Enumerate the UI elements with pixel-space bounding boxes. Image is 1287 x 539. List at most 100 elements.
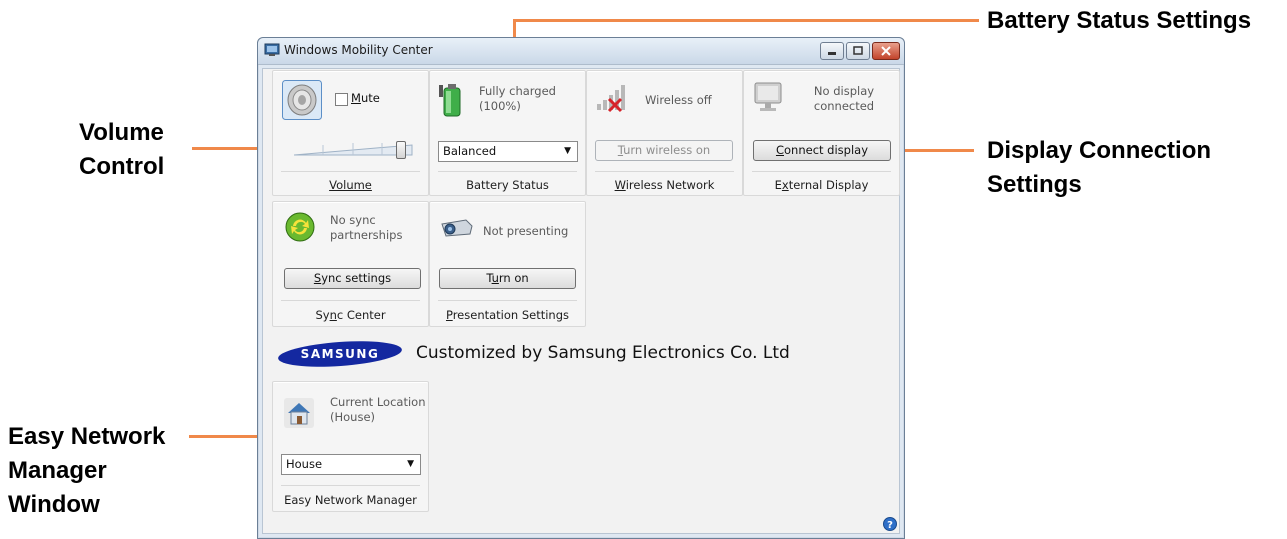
battery-icon [439, 84, 461, 117]
tile-separator [438, 171, 577, 172]
callout-network-line1: Easy Network [8, 423, 166, 450]
wireless-label-rest: ireless Network [625, 178, 715, 192]
samsung-customized-text: Customized by Samsung Electronics Co. Lt… [416, 343, 790, 363]
mute-label[interactable]: Mute [351, 91, 380, 106]
chevron-down-icon: ▼ [407, 459, 414, 469]
volume-label-text: Volume [329, 178, 372, 192]
maximize-button[interactable] [846, 42, 870, 60]
callout-volume-control: Volume Control [79, 116, 164, 184]
network-status-line2: (House) [330, 410, 376, 424]
external-display-tile: No display connected Connect display Ext… [743, 70, 900, 196]
wireless-tile-label: Wireless Network [587, 178, 742, 192]
callout-display-connection: Display Connection Settings [987, 134, 1211, 202]
easy-network-manager-tile: Current Location (House) House ▼ Easy Ne… [272, 381, 429, 512]
presentation-button-accesskey: u [491, 271, 499, 285]
network-tile-label: Easy Network Manager [284, 493, 417, 507]
sync-settings-button[interactable]: Sync settings [284, 268, 421, 289]
sync-status-line2: partnerships [330, 228, 403, 242]
svg-text:?: ? [887, 520, 893, 531]
sync-status-line1: No sync [330, 213, 376, 227]
sync-label-pre: Sy [315, 308, 330, 322]
mute-label-rest: ute [360, 91, 380, 105]
callout-battery-line-h [513, 19, 979, 22]
tile-separator [752, 171, 891, 172]
mute-accesskey: M [351, 91, 361, 105]
minimize-icon [828, 52, 836, 55]
display-label-pre: E [774, 178, 782, 192]
house-icon [284, 398, 314, 428]
maximize-icon [853, 46, 863, 55]
callout-network-line3: Window [8, 491, 100, 518]
display-status-line2: connected [813, 99, 875, 113]
battery-status-line2: (100%) [479, 99, 521, 113]
presentation-tile: Not presenting Turn on Presentation Sett… [429, 201, 586, 327]
power-plan-value: Balanced [443, 144, 497, 158]
display-status-text: No display connected [794, 84, 894, 114]
minimize-button[interactable] [820, 42, 844, 60]
sync-status-text: No sync partnerships [330, 213, 402, 243]
turn-on-presentation-button[interactable]: Turn on [439, 268, 576, 289]
tile-separator [281, 171, 420, 172]
close-icon [881, 46, 891, 56]
display-label-accesskey: x [781, 178, 789, 192]
presentation-button-rest: rn on [498, 271, 529, 285]
callout-volume-line2: Control [79, 153, 165, 180]
battery-tile: Fully charged (100%) Balanced ▼ Battery … [429, 70, 586, 196]
presentation-status-text: Not presenting [483, 224, 569, 238]
wireless-label-accesskey: W [614, 178, 626, 192]
callout-volume-line1: Volume [79, 119, 164, 146]
callout-easy-network: Easy Network Manager Window [8, 420, 165, 522]
battery-tile-label: Battery Status [466, 178, 549, 192]
location-dropdown[interactable]: House ▼ [281, 454, 421, 475]
display-label-rest: ternal Display [788, 178, 869, 192]
wireless-status-text: Wireless off [645, 93, 712, 107]
projector-icon [441, 219, 473, 237]
volume-slider-thumb[interactable] [396, 141, 406, 159]
speaker-icon[interactable] [282, 80, 322, 120]
callout-display-line2: Settings [987, 171, 1082, 198]
sync-label-accesskey: n [329, 308, 337, 322]
window-content: Mute Volume Fully charged (100%) Balance… [262, 68, 900, 534]
sync-tile-label: Sync Center [273, 308, 428, 322]
callout-network-line2: Manager [8, 457, 107, 484]
connect-display-button[interactable]: Connect display [753, 140, 891, 161]
network-status-line1: Current Location [330, 395, 426, 409]
mobility-center-icon [264, 43, 280, 56]
presentation-tile-label: Presentation Settings [430, 308, 585, 322]
samsung-logo: SAMSUNG [276, 339, 404, 369]
tile-separator [438, 300, 577, 301]
callout-display-line1: Display Connection [987, 137, 1212, 164]
chevron-down-icon: ▼ [564, 146, 571, 156]
volume-slider[interactable] [293, 141, 414, 159]
mobility-center-window: Windows Mobility Center Mute Volume Full… [257, 37, 905, 539]
wireless-tile: Wireless off Turn wireless on Wireless N… [586, 70, 743, 196]
location-value: House [286, 457, 323, 471]
mute-checkbox[interactable] [335, 93, 348, 106]
sync-center-tile: No sync partnerships Sync settings Sync … [272, 201, 429, 327]
connect-button-rest: onnect display [784, 143, 869, 157]
close-button[interactable] [872, 42, 900, 60]
power-plan-dropdown[interactable]: Balanced ▼ [438, 141, 578, 162]
monitor-icon [754, 82, 782, 111]
display-tile-label: External Display [744, 178, 899, 192]
title-bar[interactable]: Windows Mobility Center [258, 38, 904, 65]
help-icon[interactable]: ? [883, 517, 897, 531]
turn-wireless-on-button[interactable]: Turn wireless on [595, 140, 733, 161]
tile-separator [281, 300, 420, 301]
window-title: Windows Mobility Center [284, 43, 433, 57]
presentation-label-rest: resentation Settings [452, 308, 570, 322]
display-status-line1: No display [813, 84, 875, 98]
battery-status-line1: Fully charged [479, 84, 556, 98]
wireless-button-rest: urn wireless on [623, 143, 711, 157]
sync-label-rest: c Center [336, 308, 386, 322]
samsung-logo-text: SAMSUNG [300, 347, 380, 361]
callout-battery-status: Battery Status Settings [987, 7, 1252, 34]
sync-icon [285, 212, 315, 242]
volume-tile-label: Volume [273, 178, 428, 192]
connect-button-accesskey: C [775, 143, 784, 157]
tile-separator [595, 171, 734, 172]
wireless-off-icon [597, 85, 625, 113]
tile-separator [281, 485, 420, 486]
presentation-label-accesskey: P [445, 308, 453, 322]
volume-tile: Mute Volume [272, 70, 429, 196]
